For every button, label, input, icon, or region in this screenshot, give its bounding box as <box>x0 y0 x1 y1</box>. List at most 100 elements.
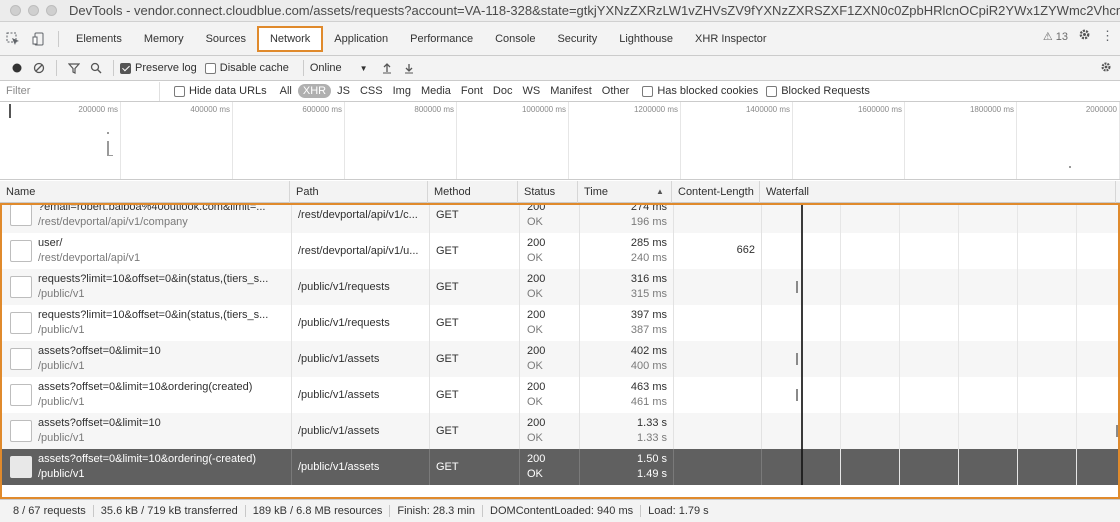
request-name[interactable]: requests?limit=10&offset=0&in(status,(ti… <box>38 273 286 285</box>
name-cell[interactable]: assets?offset=0&limit=10/public/v1 <box>2 341 292 377</box>
filter-icon[interactable] <box>63 57 85 79</box>
blocked-requests-checkbox[interactable]: Blocked Requests <box>766 85 870 97</box>
table-row[interactable]: user/ /rest/devportal/api/v1/rest/devport… <box>2 233 1118 269</box>
finish-time: Finish: 28.3 min <box>390 505 484 517</box>
preserve-log-check[interactable] <box>120 62 131 74</box>
settings-gear-icon[interactable] <box>1078 28 1091 44</box>
latency-time: 1.49 s <box>637 468 667 480</box>
request-name[interactable]: assets?offset=0&limit=10&ordering(create… <box>38 381 286 393</box>
tab-sources[interactable]: Sources <box>195 26 257 52</box>
minimize-window-button[interactable] <box>28 5 39 16</box>
tab-console[interactable]: Console <box>484 26 546 52</box>
table-row[interactable]: requests?limit=10&offset=0&in(status,(ti… <box>2 269 1118 305</box>
device-toolbar-icon[interactable] <box>26 26 52 52</box>
tab-performance[interactable]: Performance <box>399 26 484 52</box>
name-cell[interactable]: ?email=robert.balboa%40outlook.com&limit… <box>2 205 292 233</box>
filter-type-other[interactable]: Other <box>598 85 634 97</box>
path-cell: /public/v1/assets <box>292 413 430 449</box>
request-name[interactable]: assets?offset=0&limit=10&ordering(-creat… <box>38 453 286 465</box>
filter-bar: Hide data URLs AllXHRJSCSSImgMediaFontDo… <box>0 81 1120 102</box>
overview-tick-label: 1000000 ms <box>521 105 566 114</box>
resources-size: 189 kB / 6.8 MB resources <box>246 505 391 517</box>
tab-lighthouse[interactable]: Lighthouse <box>608 26 684 52</box>
overview-gridline <box>120 102 121 179</box>
tab-xhr-inspector[interactable]: XHR Inspector <box>684 26 778 52</box>
name-cell[interactable]: requests?limit=10&offset=0&in(status,(ti… <box>2 269 292 305</box>
tab-security[interactable]: Security <box>546 26 608 52</box>
table-row[interactable]: assets?offset=0&limit=10&ordering(-creat… <box>2 449 1118 485</box>
clear-icon[interactable] <box>28 57 50 79</box>
tab-network[interactable]: Network <box>256 25 324 52</box>
blocked-requests-check[interactable] <box>766 85 778 97</box>
close-window-button[interactable] <box>10 5 21 16</box>
overview-request-mark <box>107 132 109 134</box>
inspect-element-icon[interactable] <box>0 26 26 52</box>
maximize-window-button[interactable] <box>46 5 57 16</box>
disable-cache-checkbox[interactable]: Disable cache <box>204 62 289 74</box>
tab-elements[interactable]: Elements <box>65 26 133 52</box>
latency-time: 387 ms <box>630 324 667 336</box>
name-cell[interactable]: assets?offset=0&limit=10/public/v1 <box>2 413 292 449</box>
name-cell[interactable]: assets?offset=0&limit=10&ordering(create… <box>2 377 292 413</box>
search-icon[interactable] <box>85 57 107 79</box>
filter-type-css[interactable]: CSS <box>356 85 387 97</box>
request-name[interactable]: requests?limit=10&offset=0&in(status,(ti… <box>38 309 286 321</box>
status-text: OK <box>527 324 543 336</box>
throttling-select[interactable]: Online ▼ <box>310 62 368 74</box>
name-cell[interactable]: user/ /rest/devportal/api/v1 <box>2 233 292 269</box>
table-row[interactable]: ?email=robert.balboa%40outlook.com&limit… <box>2 205 1118 233</box>
overview-tick-label: 400000 ms <box>190 105 230 114</box>
table-row[interactable]: requests?limit=10&offset=0&in(status,(ti… <box>2 305 1118 341</box>
status-text: OK <box>527 432 543 444</box>
filter-type-all[interactable]: All <box>276 85 296 97</box>
filter-type-media[interactable]: Media <box>417 85 455 97</box>
filter-type-manifest[interactable]: Manifest <box>546 85 596 97</box>
request-name[interactable]: assets?offset=0&limit=10 <box>38 417 286 429</box>
request-path-hint: /public/v1 <box>38 432 85 444</box>
tab-memory[interactable]: Memory <box>133 26 195 52</box>
record-icon[interactable] <box>6 57 28 79</box>
overview-timeline[interactable]: 200000 ms 400000 ms 600000 ms 800000 ms 1000… <box>0 102 1120 180</box>
name-cell[interactable]: requests?limit=10&offset=0&in(status,(ti… <box>2 305 292 341</box>
column-header-content-length[interactable]: Content-Length <box>672 181 760 203</box>
request-name[interactable]: assets?offset=0&limit=10 <box>38 345 286 357</box>
waterfall-timing-bar <box>1116 425 1118 437</box>
filter-type-font[interactable]: Font <box>457 85 487 97</box>
export-har-icon[interactable] <box>398 57 420 79</box>
column-header-name[interactable]: Name <box>0 181 290 203</box>
table-row[interactable]: assets?offset=0&limit=10/public/v1/publi… <box>2 341 1118 377</box>
warnings-counter[interactable]: ⚠ 13 <box>1043 30 1068 43</box>
network-settings-icon[interactable] <box>1100 61 1112 76</box>
status-text: OK <box>527 396 543 408</box>
request-name[interactable]: ?email=robert.balboa%40outlook.com&limit… <box>38 205 286 213</box>
has-blocked-cookies-check[interactable] <box>642 85 654 97</box>
time-cell: 1.33 s 1.33 s <box>580 413 674 449</box>
filter-type-xhr[interactable]: XHR <box>297 84 332 98</box>
status-cell: 200 OK <box>520 269 580 305</box>
filter-type-ws[interactable]: WS <box>518 85 544 97</box>
column-header-path[interactable]: Path <box>290 181 428 203</box>
filter-input[interactable] <box>0 81 160 101</box>
has-blocked-cookies-checkbox[interactable]: Has blocked cookies <box>642 85 758 97</box>
more-options-icon[interactable]: ⋮ <box>1101 28 1114 44</box>
table-row[interactable]: assets?offset=0&limit=10&ordering(create… <box>2 377 1118 413</box>
waterfall-timing-bar <box>796 281 798 293</box>
overview-range-handle[interactable] <box>9 104 11 118</box>
column-header-method[interactable]: Method <box>428 181 518 203</box>
filter-type-img[interactable]: Img <box>389 85 415 97</box>
column-header-status[interactable]: Status <box>518 181 578 203</box>
tab-application[interactable]: Application <box>323 26 399 52</box>
name-cell[interactable]: assets?offset=0&limit=10&ordering(-creat… <box>2 449 292 485</box>
preserve-log-checkbox[interactable]: Preserve log <box>120 62 197 74</box>
filter-type-doc[interactable]: Doc <box>489 85 517 97</box>
disable-cache-check[interactable] <box>204 62 216 74</box>
hide-data-urls-check[interactable] <box>174 85 185 97</box>
table-row[interactable]: assets?offset=0&limit=10/public/v1/publi… <box>2 413 1118 449</box>
hide-data-urls-checkbox[interactable]: Hide data URLs <box>174 85 267 97</box>
request-name[interactable]: user/ <box>38 237 286 249</box>
import-har-icon[interactable] <box>376 57 398 79</box>
waterfall-cell <box>762 233 1118 269</box>
waterfall-gridline <box>899 305 900 341</box>
column-header-waterfall[interactable]: Waterfall <box>760 181 1116 203</box>
filter-type-js[interactable]: JS <box>333 85 354 97</box>
